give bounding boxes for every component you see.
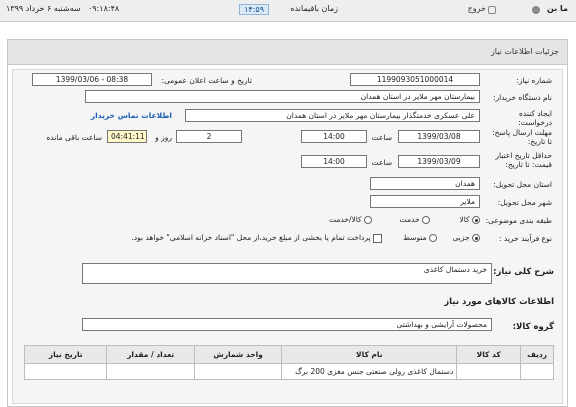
panel-header: جزئیات اطلاعات نیاز xyxy=(8,40,567,65)
remaining-time-badge: ۱۴:۵۹ xyxy=(239,4,269,15)
remaining-time-label: زمان باقیمانده xyxy=(290,4,338,13)
treasury-payment-option[interactable]: پرداخت تمام یا بخشی از مبلغ خرید،از محل … xyxy=(131,233,382,243)
row-number-cell xyxy=(520,363,554,380)
days-field: 2 xyxy=(176,130,242,143)
quantity-cell xyxy=(106,363,195,380)
need-date-cell xyxy=(23,363,108,380)
goods-table-header: ردیف کد کالا نام کالا واحد شمارش تعداد /… xyxy=(23,345,554,364)
need-details-panel: جزئیات اطلاعات نیاز شماره نیاز: 11990930… xyxy=(7,39,568,407)
need-number-field: 1199093051000014 xyxy=(350,73,480,86)
radio-icon[interactable] xyxy=(364,216,372,224)
col-name: نام کالا xyxy=(281,345,458,364)
clock: ۰۹:۱۸:۴۸ xyxy=(88,4,120,13)
panel-body: شماره نیاز: 1199093051000014 تاریخ و ساع… xyxy=(12,69,563,404)
radio-selected-icon[interactable] xyxy=(472,234,480,242)
validity-time-label: ساعت xyxy=(371,158,392,167)
category-option-goods-service[interactable]: کالا/خدمت xyxy=(329,215,372,224)
col-code: کد کالا xyxy=(456,345,522,364)
city-label: شهر محل تحویل: xyxy=(497,198,552,207)
goods-table: ردیف کد کالا نام کالا واحد شمارش تعداد /… xyxy=(23,345,554,380)
creator-label: ایجاد کننده درخواست: xyxy=(518,109,552,127)
creator-field: علی عسکری خدمتگذار بیمارستان مهر ملایر د… xyxy=(185,109,480,122)
goods-group-field: محصولات آرایشی و بهداشتی xyxy=(82,318,492,331)
reply-deadline-label: مهلت ارسال پاسخ: تا تاریخ: xyxy=(492,128,552,146)
checkbox-icon[interactable] xyxy=(373,233,382,243)
col-quantity: تعداد / مقدار xyxy=(106,345,195,364)
buyer-label: نام دستگاه خریدار: xyxy=(492,93,552,102)
reply-time-field: 14:00 xyxy=(301,130,367,143)
user-icon xyxy=(532,6,540,14)
radio-selected-icon[interactable] xyxy=(472,216,480,224)
top-bar: ما بن خروج زمان باقیمانده ۱۴:۵۹ ۰۹:۱۸:۴۸… xyxy=(0,0,576,22)
city-field: ملایر xyxy=(370,195,480,208)
exit-link[interactable]: خروج xyxy=(468,4,486,13)
days-label: روز و xyxy=(155,133,172,142)
process-option-medium[interactable]: متوسط xyxy=(403,233,437,242)
goods-section-title: اطلاعات کالاهای مورد نیاز xyxy=(444,297,554,307)
col-need-date: تاریخ نیاز xyxy=(23,345,108,364)
radio-icon[interactable] xyxy=(422,216,430,224)
announce-label: تاریخ و ساعت اعلان عمومی: xyxy=(161,76,252,85)
name-cell: دستمال کاغذی رولی صنعتی جنس مغزی 200 برگ xyxy=(281,363,458,380)
validity-label: حداقل تاریخ اعتبار قیمت: تا تاریخ: xyxy=(495,151,552,169)
validity-date-field: 1399/03/09 xyxy=(398,155,480,168)
buyer-field: بیمارستان مهر ملایر در استان همدان xyxy=(85,90,480,103)
summary-field: خرید دستمال کاغذی xyxy=(82,263,492,284)
summary-title: شرح کلی نیاز: xyxy=(493,267,554,277)
code-cell xyxy=(456,363,522,380)
reply-time-label: ساعت xyxy=(371,133,392,142)
process-type-label: نوع فرآیند خرید : xyxy=(498,234,552,243)
remaining-hours-label: ساعت باقی مانده xyxy=(46,133,102,142)
goods-group-label: گروه کالا: xyxy=(512,322,554,332)
province-label: استان محل تحویل: xyxy=(493,180,552,189)
date-text: سه‌شنبه ۶ خرداد ۱۳۹۹ xyxy=(6,4,81,13)
category-option-goods[interactable]: کالا xyxy=(459,215,480,224)
col-unit: واحد شمارش xyxy=(193,345,283,364)
radio-icon[interactable] xyxy=(429,234,437,242)
exit-icon[interactable] xyxy=(488,6,496,14)
announce-datetime-field: 1399/03/06 - 08:38 xyxy=(32,73,152,86)
category-option-service[interactable]: خدمت xyxy=(400,215,430,224)
validity-time-field: 14:00 xyxy=(301,155,367,168)
user-name[interactable]: ما بن xyxy=(547,4,568,13)
col-row: ردیف xyxy=(520,345,554,364)
panel-title: جزئیات اطلاعات نیاز xyxy=(490,47,559,56)
table-row: دستمال کاغذی رولی صنعتی جنس مغزی 200 برگ xyxy=(23,363,554,380)
reply-date-field: 1399/03/08 xyxy=(398,130,480,143)
remaining-time-field: 04:41:11 xyxy=(107,130,147,143)
process-option-minor[interactable]: جزیی xyxy=(452,233,480,242)
category-label: طبقه بندی موضوعی: xyxy=(485,216,552,225)
need-number-label: شماره نیاز: xyxy=(516,76,552,85)
province-field: همدان xyxy=(370,177,480,190)
unit-cell xyxy=(193,363,283,380)
buyer-contact-link[interactable]: اطلاعات تماس خریدار xyxy=(91,111,172,120)
